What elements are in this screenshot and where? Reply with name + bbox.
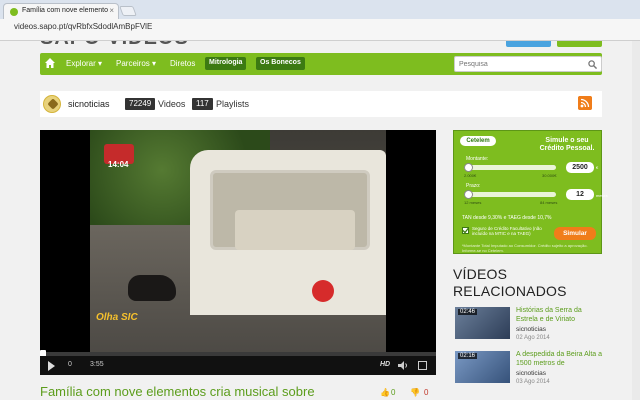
duration: 3:55 — [90, 361, 104, 368]
dislike-icon[interactable]: 👎 — [410, 388, 420, 397]
nav-item-diretos[interactable]: Diretos — [170, 59, 195, 68]
related-title[interactable]: Histórias da Serra da Estrela e de Viria… — [516, 306, 602, 324]
ad-headline: Simule o seu Crédito Pessoal. — [539, 137, 595, 152]
browser-tabstrip: Família com nove elemento × — [0, 0, 640, 19]
fullscreen-icon[interactable] — [418, 361, 427, 370]
channel-name[interactable]: sicnoticias — [68, 99, 110, 109]
ad-tan-text: TAN desde 9,30% e TAEG desde 10,7% — [462, 215, 552, 221]
related-video-item[interactable]: 02:46 Histórias da Serra da Estrela e de… — [455, 307, 602, 347]
prazo-slider-handle[interactable] — [464, 190, 473, 199]
volume-icon[interactable] — [398, 361, 408, 370]
montante-value[interactable]: 2500 — [566, 162, 594, 173]
video-title: Família com nove elementos cria musical … — [40, 384, 315, 399]
broadcast-clock: 14:04 — [108, 160, 129, 169]
corner-logo: Olha SIC — [96, 312, 138, 323]
player-controls: 0 3:55 HD — [40, 356, 436, 375]
montante-unit: € — [596, 165, 599, 170]
dislike-count: 0 — [424, 388, 429, 397]
video-player[interactable]: 14:04 Olha SIC 0 3:55 HD — [40, 130, 436, 375]
tab-title: Família com nove elemento — [22, 7, 108, 14]
playlists-label[interactable]: Playlists — [216, 99, 249, 109]
channel-avatar[interactable] — [43, 95, 61, 113]
hd-toggle[interactable]: HD — [380, 361, 390, 368]
video-scene-seat — [235, 210, 355, 250]
related-heading: VÍDEOS RELACIONADOS — [453, 266, 567, 299]
related-date: 02 Ago 2014 — [516, 335, 550, 341]
related-date: 03 Ago 2014 — [516, 379, 550, 385]
montante-slider-handle[interactable] — [464, 163, 473, 172]
related-duration: 02:16 — [458, 353, 478, 359]
montante-slider[interactable] — [464, 163, 556, 172]
credit-simulator-ad[interactable]: Cetelem Simule o seu Crédito Pessoal. Mo… — [453, 130, 608, 254]
site-header: SAPO VÍDEOS — [40, 41, 602, 53]
current-time: 0 — [68, 361, 72, 368]
close-tab-icon[interactable]: × — [109, 6, 114, 15]
search-input[interactable] — [459, 59, 579, 70]
insurance-checkbox-label: Seguro de Crédito Facultativo (não inclu… — [472, 226, 542, 236]
insurance-checkbox[interactable] — [462, 227, 469, 234]
like-count: 0 — [391, 388, 396, 397]
site-logo[interactable]: SAPO VÍDEOS — [40, 41, 189, 50]
related-video-item[interactable]: 02:16 A despedida da Beira Alta a 1500 m… — [455, 351, 602, 391]
nav-item-parceiros[interactable]: Parceiros ▾ — [116, 59, 156, 68]
favicon-icon — [10, 8, 18, 16]
related-thumbnail[interactable]: 02:16 — [455, 351, 510, 383]
prazo-min: 12 meses — [464, 200, 482, 205]
page-scrollbar[interactable] — [632, 41, 640, 400]
search-icon[interactable] — [588, 60, 597, 69]
prazo-value[interactable]: 12 — [566, 189, 594, 200]
nav-pill-os-bonecos[interactable]: Os Bonecos — [256, 57, 305, 70]
like-icon[interactable]: 👍 — [380, 388, 390, 397]
montante-min: 2.000€ — [464, 173, 477, 178]
prazo-unit: meses — [596, 193, 608, 198]
related-channel[interactable]: sicnoticias — [516, 326, 546, 333]
home-icon[interactable] — [45, 58, 55, 68]
simular-button[interactable]: Simular — [554, 227, 596, 240]
ad-brand-logo: Cetelem — [460, 136, 496, 146]
prazo-max: 84 meses — [540, 200, 558, 205]
header-button-blue[interactable] — [506, 41, 551, 47]
video-frame[interactable]: 14:04 Olha SIC — [90, 130, 386, 352]
videos-count: 72249 — [125, 98, 156, 110]
montante-max: 30.000€ — [542, 173, 557, 178]
related-channel[interactable]: sicnoticias — [516, 370, 546, 377]
header-button-green[interactable] — [557, 41, 602, 47]
nav-item-explorar[interactable]: Explorar ▾ — [66, 59, 102, 68]
nav-pill-mitrologia[interactable]: Mitrologia — [205, 57, 247, 70]
prazo-label: Prazo: — [466, 183, 481, 189]
video-scene-dog — [128, 275, 176, 301]
new-tab-button[interactable] — [119, 6, 137, 16]
montante-label: Montante: — [466, 156, 489, 162]
play-icon[interactable] — [48, 361, 55, 371]
rss-icon[interactable] — [578, 96, 592, 110]
address-bar[interactable]: videos.sapo.pt/qvRbfxSdodlAmBpFVlE — [0, 19, 640, 41]
browser-tab[interactable]: Família com nove elemento × — [3, 3, 119, 19]
related-duration: 02:46 — [458, 309, 478, 315]
video-scene-microphone — [312, 280, 334, 302]
channel-bar: sicnoticias 72249 Videos 117 Playlists — [40, 91, 602, 117]
videos-label[interactable]: Videos — [158, 99, 185, 109]
prazo-slider[interactable] — [464, 190, 556, 199]
related-title[interactable]: A despedida da Beira Alta a 1500 metros … — [516, 350, 602, 368]
check-icon — [462, 227, 469, 234]
url-text[interactable]: videos.sapo.pt/qvRbfxSdodlAmBpFVlE — [14, 22, 152, 31]
search-box — [454, 56, 602, 72]
playlists-count: 117 — [192, 98, 213, 110]
ad-footnote: *Montante Total Imputado ao Consumidor. … — [462, 243, 588, 253]
related-thumbnail[interactable]: 02:46 — [455, 307, 510, 339]
